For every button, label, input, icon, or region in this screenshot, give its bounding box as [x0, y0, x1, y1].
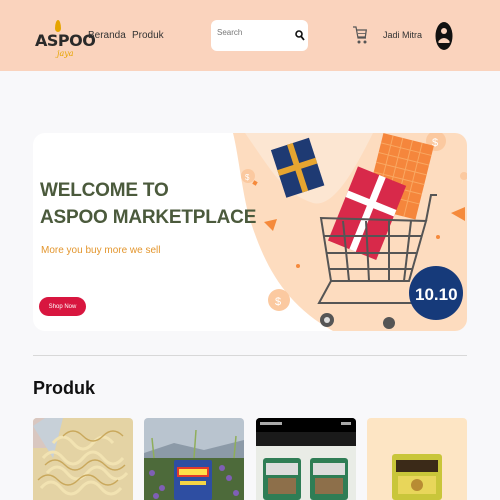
product-card-3[interactable] — [256, 418, 356, 500]
hero-banner: $ $ $ 10.10 WELCOME TO ASPOO MARKETPLACE… — [33, 133, 467, 331]
search-box — [211, 20, 308, 51]
product-card-2[interactable] — [144, 418, 244, 500]
package-on-flowers-image — [144, 418, 244, 500]
sale-badge-text: 10.10 — [415, 285, 458, 304]
product-card-4[interactable] — [367, 418, 467, 500]
yellow-snack-pack-image — [367, 418, 467, 500]
aspoo-logo[interactable]: ASPOO jaya — [35, 14, 96, 60]
cart-icon[interactable] — [352, 24, 368, 48]
products-section-title: Produk — [33, 378, 96, 398]
search-icon[interactable] — [295, 30, 305, 41]
shop-now-button[interactable]: Shop Now — [39, 297, 86, 316]
welcome-title: WELCOME TO ASPOO MARKETPLACE — [40, 177, 256, 231]
welcome-title-line1: WELCOME TO — [40, 180, 169, 201]
welcome-title-line2: ASPOO MARKETPLACE — [40, 207, 257, 228]
logo-subtext: jaya — [57, 49, 74, 58]
top-header: ASPOO jaya Beranda Produk Jadi Mitra — [0, 0, 500, 71]
hero-banner-illustration: $ $ $ 10.10 — [233, 133, 467, 331]
nav-produk[interactable]: Produk — [132, 30, 164, 41]
banner-tagline: More you buy more we sell — [41, 245, 161, 256]
nav-beranda[interactable]: Beranda — [88, 30, 126, 41]
logo-text: ASPOO — [35, 31, 96, 50]
jadi-mitra-link[interactable]: Jadi Mitra — [383, 30, 422, 40]
svg-text:$: $ — [275, 296, 281, 308]
search-input[interactable] — [217, 28, 287, 37]
account-icon[interactable] — [435, 21, 453, 51]
noodle-snack-image — [33, 418, 133, 500]
product-card-1[interactable] — [33, 418, 133, 500]
section-divider — [33, 355, 467, 356]
snack-packs-screenshot-image — [256, 418, 356, 500]
